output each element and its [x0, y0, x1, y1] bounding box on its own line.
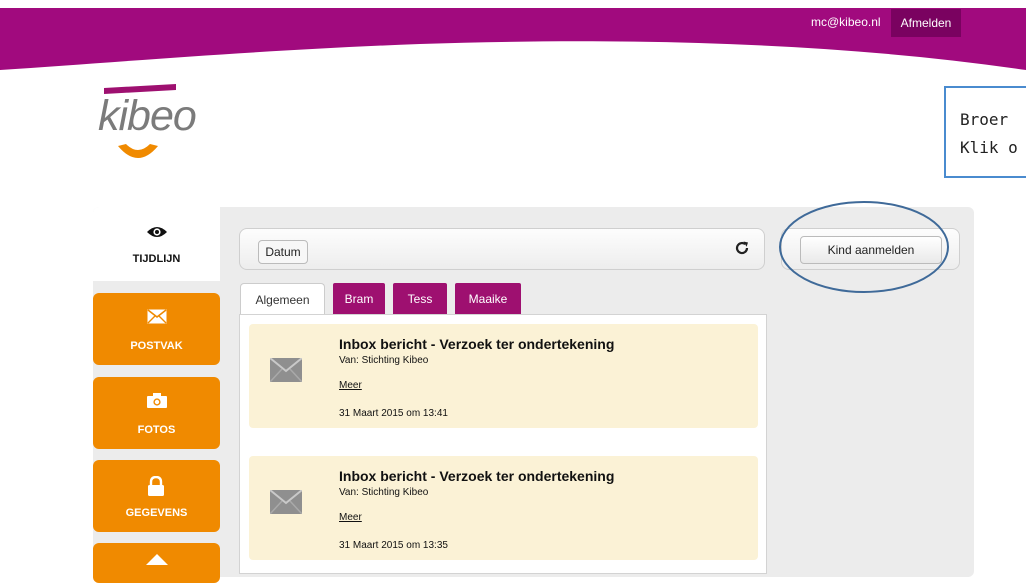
envelope-icon — [270, 358, 302, 382]
sidebar-item-label: POSTVAK — [130, 340, 183, 352]
callout-line-2: Klik o — [960, 138, 1018, 157]
sidebar-item-label: GEGEVENS — [125, 507, 188, 519]
logo-text: kibeo — [98, 92, 197, 140]
message-card[interactable]: Inbox bericht - Verzoek ter ondertekenin… — [249, 324, 758, 428]
sidebar-item-fotos[interactable]: FOTOS — [93, 377, 220, 449]
refresh-icon[interactable] — [734, 240, 750, 256]
eye-icon — [147, 227, 167, 237]
filter-bar — [239, 228, 765, 270]
instruction-callout: Broer Klik o — [944, 86, 1026, 178]
camera-icon — [147, 393, 167, 408]
sidebar-item-label: FOTOS — [137, 424, 176, 436]
tab-tess[interactable]: Tess — [393, 283, 447, 315]
date-filter-button[interactable]: Datum — [258, 240, 308, 264]
sidebar-item-postvak[interactable]: POSTVAK — [93, 293, 220, 365]
sidebar-item-timeline[interactable]: TIJDLIJN — [93, 207, 220, 281]
kibeo-logo[interactable]: kibeo — [98, 84, 198, 176]
sidebar-item-label: TIJDLIJN — [132, 253, 181, 265]
message-more-link[interactable]: Meer — [339, 380, 362, 391]
sidebar-item-more[interactable] — [93, 543, 220, 583]
tab-maaike[interactable]: Maaike — [455, 283, 521, 315]
message-sender: Van: Stichting Kibeo — [339, 487, 429, 498]
message-more-link[interactable]: Meer — [339, 512, 362, 523]
message-title: Inbox bericht - Verzoek ter ondertekenin… — [339, 468, 615, 484]
message-date: 31 Maart 2015 om 13:41 — [339, 408, 448, 419]
message-date: 31 Maart 2015 om 13:35 — [339, 540, 448, 551]
callout-line-1: Broer — [960, 110, 1009, 129]
envelope-icon — [270, 490, 302, 514]
arrow-up-icon — [146, 554, 168, 565]
message-card[interactable]: Inbox bericht - Verzoek ter ondertekenin… — [249, 456, 758, 560]
tab-bram[interactable]: Bram — [333, 283, 385, 315]
message-title: Inbox bericht - Verzoek ter ondertekenin… — [339, 336, 615, 352]
highlight-ellipse — [779, 201, 949, 293]
logout-button[interactable]: Afmelden — [891, 9, 961, 37]
lock-icon — [148, 476, 164, 496]
tab-algemeen[interactable]: Algemeen — [240, 283, 325, 315]
message-sender: Van: Stichting Kibeo — [339, 355, 429, 366]
user-email[interactable]: mc@kibeo.nl — [811, 15, 881, 29]
header-band — [0, 0, 1026, 80]
envelope-icon — [147, 309, 167, 324]
sidebar-item-gegevens[interactable]: GEGEVENS — [93, 460, 220, 532]
